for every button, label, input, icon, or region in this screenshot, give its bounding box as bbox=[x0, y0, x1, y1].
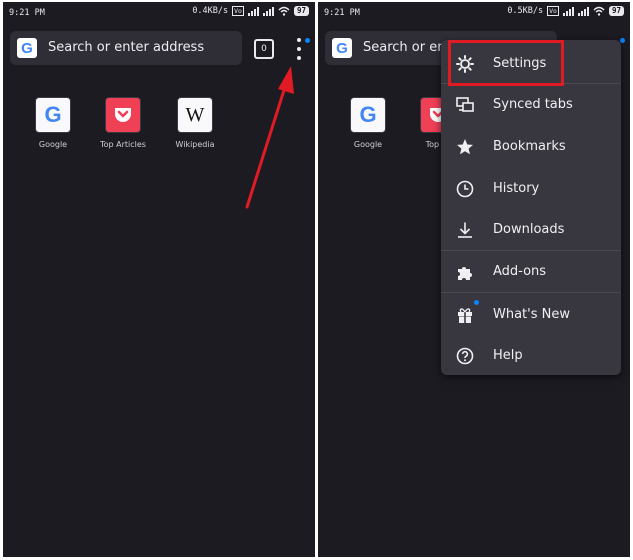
annotation-arrow-icon bbox=[245, 66, 294, 209]
